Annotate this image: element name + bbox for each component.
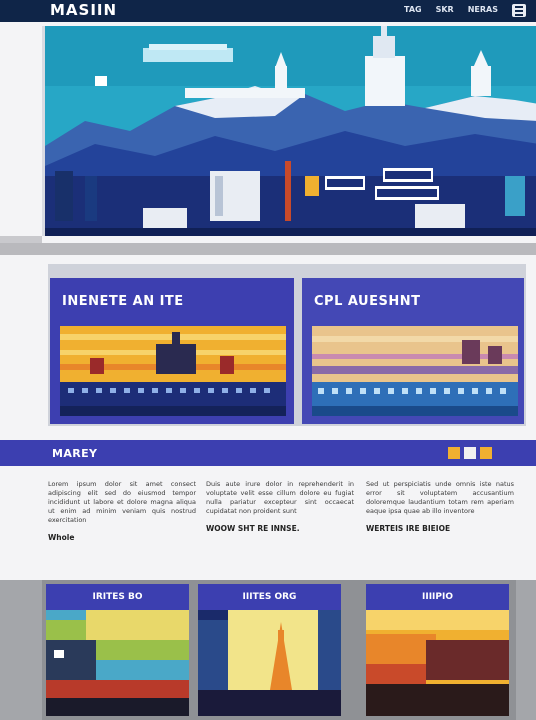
section-header: MAREY (0, 440, 536, 466)
promo-card-1[interactable]: INENETE AN ITE (50, 278, 294, 424)
hero-banner (42, 26, 536, 236)
nav-links: TAG SKR NERAS (404, 5, 498, 14)
badge-2[interactable] (464, 447, 476, 459)
hamburger-icon[interactable] (512, 4, 526, 17)
column-link-3[interactable]: WERTEIS IRE BIEIOE (366, 524, 514, 533)
gallery-card-image-3 (366, 610, 509, 716)
column-link-1[interactable]: Whole (48, 533, 196, 542)
gallery-right-rail (516, 580, 536, 720)
column-text-1: Lorem ipsum dolor sit amet consect adipi… (48, 480, 196, 524)
gallery-card-2[interactable]: IIITES ORG (198, 584, 341, 716)
gallery-card-image-1 (46, 610, 189, 716)
text-column-3: Sed ut perspiciatis unde omnis iste natu… (366, 480, 514, 533)
section-title: MAREY (52, 447, 98, 460)
badge-3[interactable] (480, 447, 492, 459)
hero-city-illustration (45, 26, 536, 236)
gallery-card-title-2: IIITES ORG (242, 592, 297, 602)
badge-1[interactable] (448, 447, 460, 459)
gallery-left-rail (0, 580, 42, 720)
nav-link-2[interactable]: SKR (436, 5, 454, 14)
gallery-card-3[interactable]: IIIIPIO (366, 584, 509, 716)
site-logo[interactable]: MASIIN (50, 1, 117, 19)
gallery-card-title-3: IIIIPIO (422, 592, 453, 602)
promo-illustration-1 (60, 326, 286, 416)
column-text-3: Sed ut perspiciatis unde omnis iste natu… (366, 480, 514, 515)
promo-title-2: CPL AUESHNT (314, 294, 421, 309)
promo-title-1: INENETE AN ITE (62, 294, 184, 309)
nav-link-1[interactable]: TAG (404, 5, 422, 14)
top-nav-bar: MASIIN TAG SKR NERAS (0, 0, 536, 22)
divider-band (0, 243, 536, 255)
text-column-1: Lorem ipsum dolor sit amet consect adipi… (48, 480, 196, 542)
gallery-section: IRITES BO IIITES ORG IIIIPIO (0, 580, 536, 720)
column-link-2[interactable]: WOOW SHT RE INNSE. (206, 524, 354, 533)
gallery-card-image-2 (198, 610, 341, 716)
promo-illustration-2 (312, 326, 518, 416)
gallery-card-1[interactable]: IRITES BO (46, 584, 189, 716)
nav-link-3[interactable]: NERAS (468, 5, 498, 14)
promo-card-2[interactable]: CPL AUESHNT (302, 278, 524, 424)
gallery-card-title-1: IRITES BO (92, 592, 143, 602)
text-column-2: Duis aute irure dolor in reprehenderit i… (206, 480, 354, 533)
column-text-2: Duis aute irure dolor in reprehenderit i… (206, 480, 354, 515)
promo-section: INENETE AN ITE CPL AUESHNT (48, 264, 526, 426)
